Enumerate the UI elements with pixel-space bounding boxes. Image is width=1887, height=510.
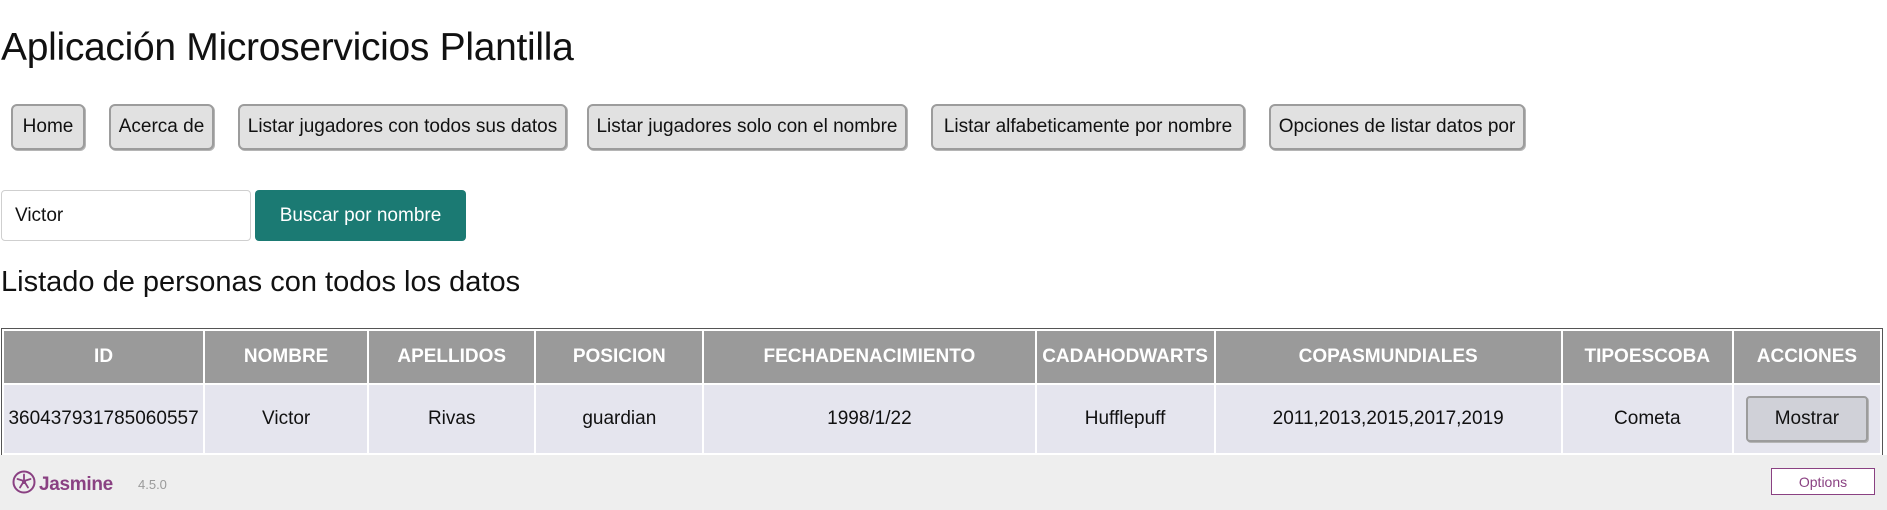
nav-list-names-button[interactable]: Listar jugadores solo con el nombre (587, 104, 907, 150)
jasmine-footer: Jasmine 4.5.0 Options (0, 455, 1887, 510)
column-header-casa: CADAHODWARTS (1036, 331, 1214, 383)
cell-casa: Hufflepuff (1036, 385, 1214, 453)
cell-copas: 2011,2013,2015,2017,2019 (1215, 385, 1561, 453)
listing-title: Listado de personas con todos los datos (1, 266, 521, 298)
search-button[interactable]: Buscar por nombre (255, 190, 466, 241)
column-header-posicion: POSICION (536, 331, 703, 383)
nav-about-button[interactable]: Acerca de (109, 104, 214, 150)
jasmine-version: 4.5.0 (138, 477, 167, 492)
nav-list-full-button[interactable]: Listar jugadores con todos sus datos (238, 104, 567, 150)
column-header-escoba: TIPOESCOBA (1562, 331, 1732, 383)
table-header-row: ID NOMBRE APELLIDOS POSICION FECHADENACI… (4, 331, 1880, 383)
nav-list-alphabetical-button[interactable]: Listar alfabeticamente por nombre (931, 104, 1245, 150)
nav-list-options-button[interactable]: Opciones de listar datos por (1269, 104, 1525, 150)
column-header-nombre: NOMBRE (205, 331, 368, 383)
jasmine-brand-text: Jasmine (39, 474, 113, 495)
cell-fecha: 1998/1/22 (704, 385, 1035, 453)
column-header-apellidos: APELLIDOS (369, 331, 535, 383)
jasmine-logo: Jasmine (12, 470, 113, 500)
column-header-fecha: FECHADENACIMIENTO (704, 331, 1035, 383)
cell-acciones: Mostrar (1733, 385, 1880, 453)
column-header-id: ID (4, 331, 204, 383)
jasmine-flower-icon (12, 470, 39, 500)
app-title: Aplicación Microservicios Plantilla (1, 26, 574, 69)
show-button[interactable]: Mostrar (1745, 396, 1868, 442)
column-header-copas: COPASMUNDIALES (1215, 331, 1561, 383)
column-header-acciones: ACCIONES (1733, 331, 1880, 383)
search-input[interactable] (1, 190, 251, 241)
options-button[interactable]: Options (1771, 468, 1875, 495)
cell-apellidos: Rivas (369, 385, 535, 453)
players-table: ID NOMBRE APELLIDOS POSICION FECHADENACI… (2, 329, 1882, 455)
app-root: Aplicación Microservicios Plantilla Home… (0, 0, 1887, 455)
cell-posicion: guardian (536, 385, 703, 453)
table-row: 360437931785060557 Victor Rivas guardian… (4, 385, 1880, 453)
cell-id: 360437931785060557 (4, 385, 204, 453)
cell-nombre: Victor (205, 385, 368, 453)
nav-home-button[interactable]: Home (11, 104, 85, 150)
players-table-container: ID NOMBRE APELLIDOS POSICION FECHADENACI… (1, 328, 1883, 455)
cell-escoba: Cometa (1562, 385, 1732, 453)
